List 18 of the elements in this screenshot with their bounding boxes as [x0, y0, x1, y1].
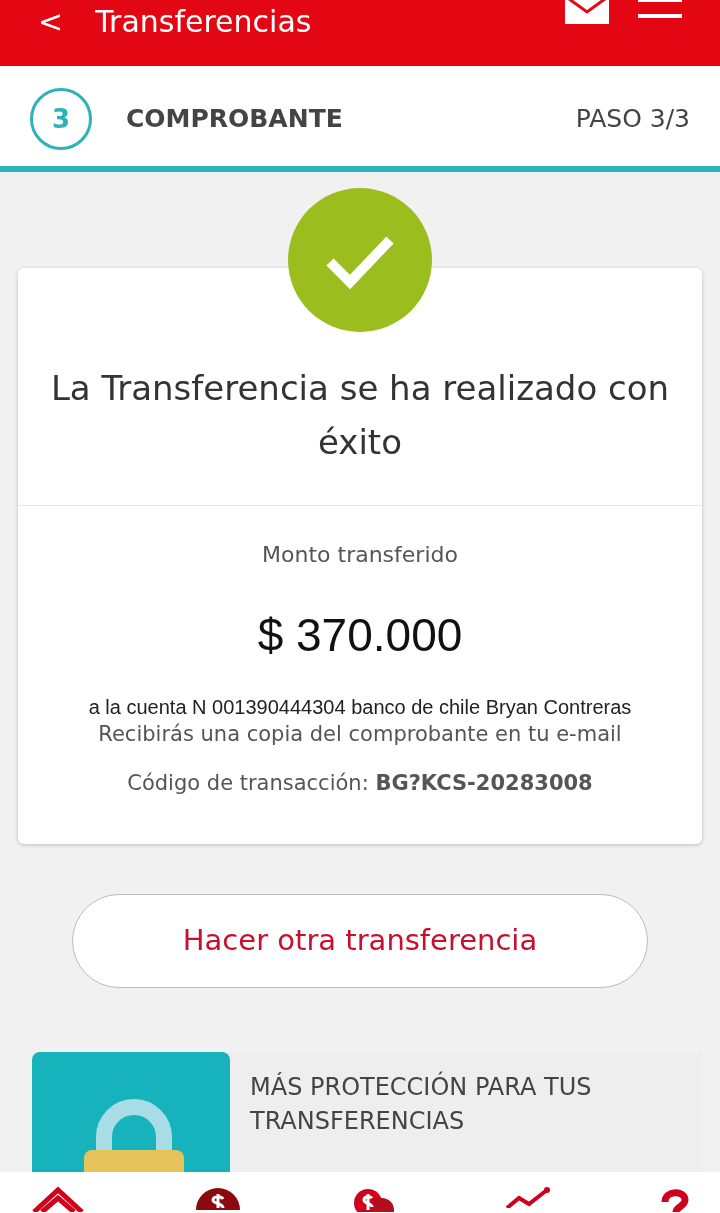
- home-icon[interactable]: [30, 1186, 86, 1212]
- dollar-coin-icon[interactable]: [195, 1186, 241, 1210]
- menu-icon[interactable]: [638, 0, 682, 20]
- back-button[interactable]: <: [38, 2, 64, 42]
- page-title: Transferencias: [95, 3, 312, 41]
- step-number: 3: [30, 88, 92, 150]
- success-message: La Transferencia se ha realizado con éxito: [50, 367, 670, 464]
- promo-title: MÁS PROTECCIÓN PARA TUS TRANSFERENCIAS: [250, 1070, 593, 1137]
- step-label: COMPROBANTE: [126, 103, 343, 136]
- account-details: a la cuenta N 001390444304 banco de chile Bryan Contreras: [88, 695, 632, 720]
- help-icon[interactable]: [660, 1186, 690, 1212]
- amount-value: $ 370.000: [257, 608, 463, 663]
- email-note: Recibirás una copia del comprobante en tu e-mail: [98, 722, 622, 746]
- transaction-code: Código de transacción: BG?KCS-20283008: [127, 770, 593, 797]
- trend-chart-icon[interactable]: [505, 1186, 551, 1208]
- mail-icon[interactable]: [564, 0, 610, 24]
- new-transfer-button[interactable]: Hacer otra transferencia: [72, 893, 648, 988]
- amount-label: Monto transferido: [262, 541, 458, 569]
